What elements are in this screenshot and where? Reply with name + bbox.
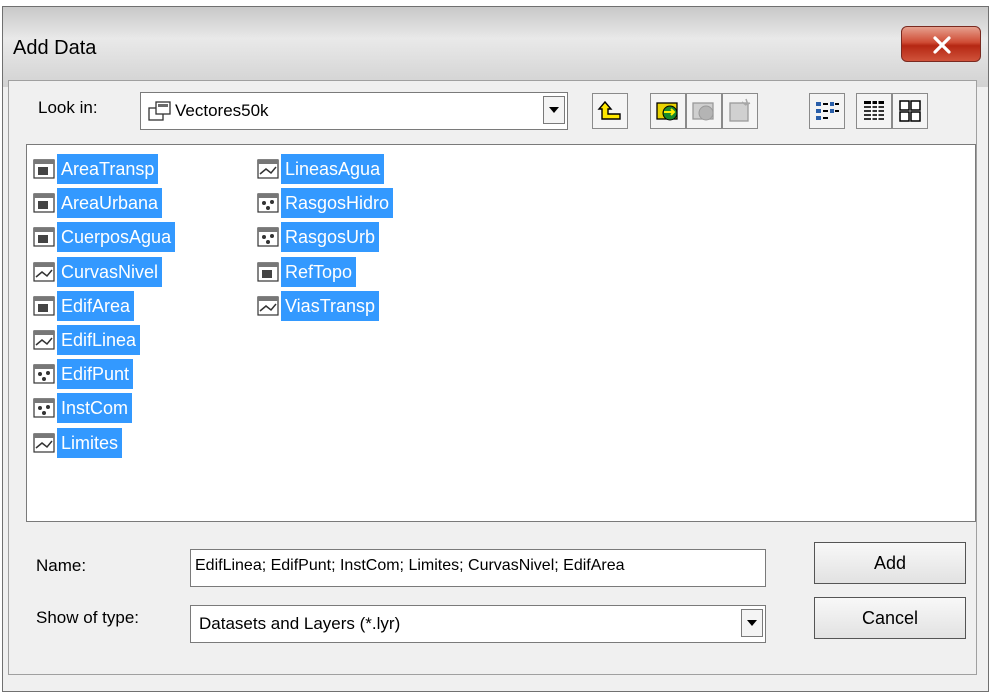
list-item-label: RasgosHidro: [281, 188, 394, 219]
line-featureclass-icon: [33, 432, 55, 453]
show-of-type-label: Show of type:: [36, 608, 140, 627]
point-featureclass-icon: [257, 227, 279, 247]
thumbnails-view-icon: [899, 100, 921, 122]
up-one-level-button[interactable]: [592, 93, 628, 129]
name-value: EdifLinea; EdifPunt; InstCom; Limites; C…: [195, 557, 625, 574]
list-item-label: ViasTransp: [281, 290, 380, 321]
disconnect-folder-button[interactable]: [686, 93, 722, 129]
add-button[interactable]: Add: [814, 542, 966, 584]
new-item-button[interactable]: [722, 93, 758, 129]
list-item-label: EdifArea: [57, 290, 135, 321]
up-one-level-icon: [597, 100, 621, 120]
line-featureclass-icon: [257, 296, 279, 316]
list-view-button[interactable]: [809, 93, 845, 129]
list-item-label: RefTopo: [281, 256, 357, 287]
polygon-featureclass-icon: [33, 159, 55, 179]
list-item-label: AreaUrbana: [57, 188, 163, 219]
list-item-label: LineasAgua: [281, 154, 385, 184]
list-item-label: RasgosUrb: [281, 222, 380, 253]
polygon-featureclass-icon: [33, 227, 55, 247]
close-button[interactable]: [901, 26, 981, 62]
database-folder-icon: [148, 101, 171, 121]
lookin-dropdown-button[interactable]: [543, 96, 565, 124]
chevron-down-icon: [747, 620, 757, 626]
contents-list[interactable]: AreaTransp AreaUrbana CuerposAgua CurvasNiv…: [26, 144, 976, 522]
show-of-type-combo[interactable]: Datasets and Layers (*.lyr): [190, 605, 766, 643]
connect-folder-button[interactable]: [650, 93, 686, 129]
dialog-title: Add Data: [13, 37, 97, 59]
list-item-label: AreaTransp: [57, 154, 159, 184]
lookin-value: Vectores50k: [175, 101, 269, 120]
chevron-down-icon: [549, 107, 559, 113]
list-item-label: Limites: [57, 427, 123, 458]
connect-folder-icon: [656, 102, 678, 121]
list-item-label: CurvasNivel: [57, 256, 163, 287]
disconnect-folder-icon: [692, 102, 714, 121]
cancel-button[interactable]: Cancel: [814, 597, 966, 639]
new-item-icon: [729, 98, 751, 122]
list-item-label: InstCom: [57, 393, 133, 424]
name-input[interactable]: EdifLinea; EdifPunt; InstCom; Limites; C…: [190, 549, 766, 587]
line-featureclass-icon: [257, 159, 279, 179]
name-label: Name:: [36, 556, 87, 575]
close-icon: [933, 36, 951, 54]
list-item-label: EdifPunt: [57, 359, 134, 390]
line-featureclass-icon: [33, 261, 55, 282]
polygon-featureclass-icon: [257, 261, 279, 282]
details-view-button[interactable]: [856, 93, 892, 129]
polygon-featureclass-icon: [33, 296, 55, 316]
list-item-label: CuerposAgua: [57, 222, 176, 253]
list-view-icon: [816, 102, 839, 120]
polygon-featureclass-icon: [33, 193, 55, 213]
lookin-combo[interactable]: Vectores50k: [140, 92, 568, 130]
show-of-type-dropdown-button[interactable]: [741, 609, 763, 637]
lookin-label: Look in:: [38, 98, 98, 117]
point-featureclass-icon: [33, 398, 55, 418]
point-featureclass-icon: [33, 364, 55, 384]
list-item-label: EdifLinea: [57, 325, 141, 355]
title-bar[interactable]: Add Data: [3, 7, 988, 87]
line-featureclass-icon: [33, 330, 55, 350]
thumbnails-view-button[interactable]: [892, 93, 928, 129]
point-featureclass-icon: [257, 193, 279, 213]
show-of-type-value: Datasets and Layers (*.lyr): [199, 614, 401, 633]
details-view-icon: [864, 101, 884, 120]
